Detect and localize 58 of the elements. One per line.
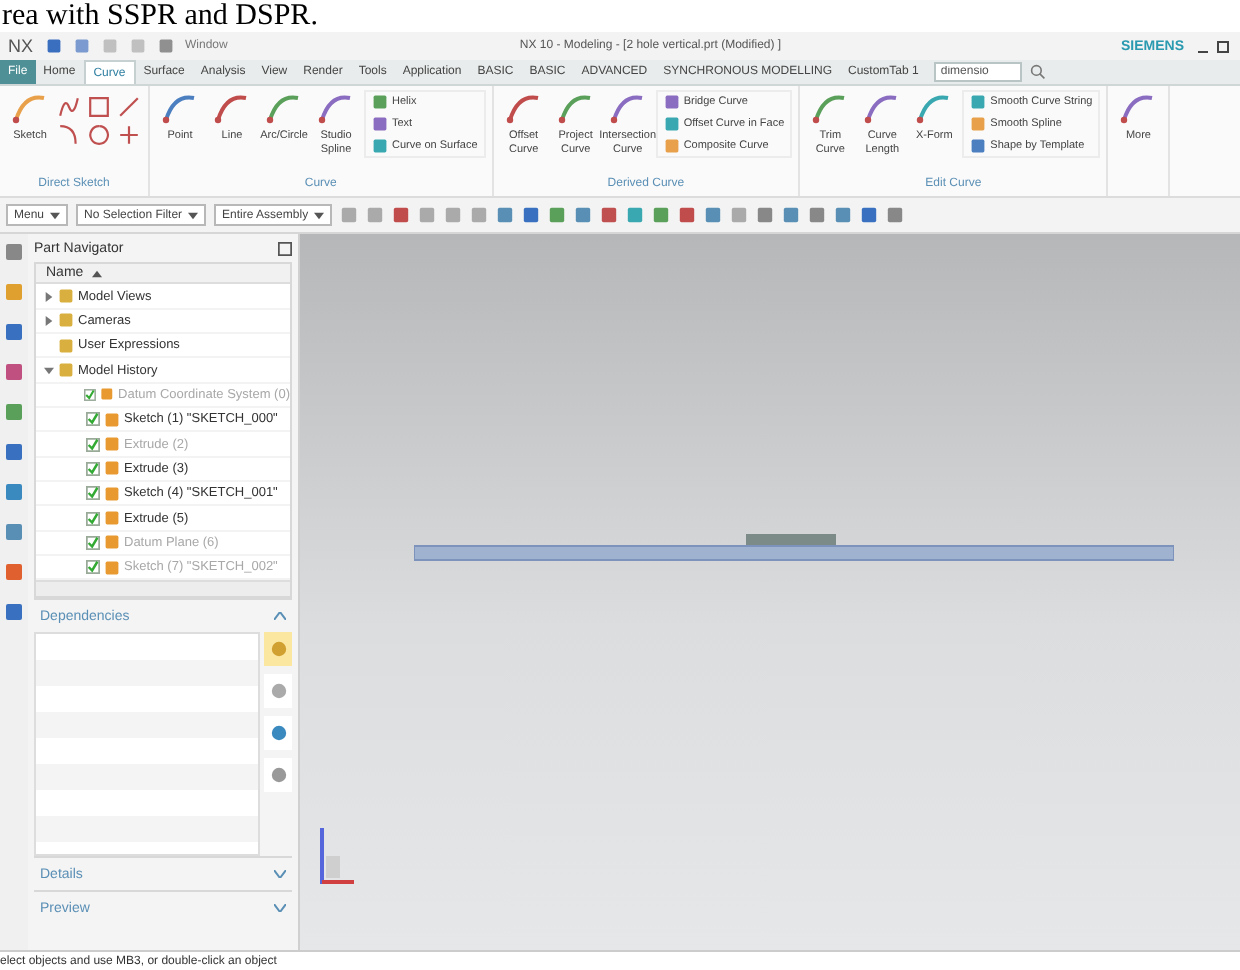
resource-bar-icon <box>4 282 24 302</box>
resource-bar-icon <box>4 402 24 422</box>
caret-icon <box>188 211 199 219</box>
scrollbar[interactable] <box>36 580 290 596</box>
sketch-tool-icon[interactable] <box>88 124 110 146</box>
checkbox[interactable] <box>86 461 100 476</box>
document-text: rea with SSPR and DSPR. <box>0 0 320 32</box>
panel-tool-button[interactable] <box>264 758 292 792</box>
resource-bar-icon <box>4 322 24 342</box>
caret-icon <box>314 211 325 219</box>
panel-tool-button[interactable] <box>264 674 292 708</box>
expand-icon[interactable] <box>44 291 54 302</box>
curve-icon <box>609 90 646 126</box>
curve-icon <box>812 90 849 126</box>
resource-bar-icon <box>4 242 24 262</box>
resource-bar-icon <box>4 362 24 382</box>
curve-icon <box>1120 90 1157 126</box>
window-controls-icon[interactable] <box>1196 38 1232 54</box>
curve-icon <box>505 90 542 126</box>
curve-icon <box>557 90 594 126</box>
sort-icon <box>91 269 102 278</box>
panel-tool-button[interactable] <box>264 632 292 666</box>
checkbox[interactable] <box>84 387 97 402</box>
tool-icon <box>269 640 287 658</box>
tool-icon <box>269 682 287 700</box>
app-logo: NX <box>8 36 34 56</box>
coordinate-triad-icon <box>316 824 360 888</box>
tool-icon <box>269 766 287 784</box>
curve-icon <box>214 90 250 126</box>
checkbox[interactable] <box>86 412 100 427</box>
checkbox[interactable] <box>86 560 100 575</box>
checkbox[interactable] <box>86 511 100 526</box>
curve-icon <box>864 90 901 126</box>
curve-icon <box>266 90 302 126</box>
checkbox[interactable] <box>86 486 100 501</box>
search-icon[interactable] <box>1030 64 1047 80</box>
resource-bar-icon <box>4 482 24 502</box>
curve-icon <box>12 90 48 126</box>
expand-icon[interactable] <box>44 365 54 376</box>
checkbox[interactable] <box>86 535 100 550</box>
curve-icon <box>318 90 354 126</box>
resource-bar-icon <box>4 562 24 582</box>
resource-bar-icon <box>4 522 24 542</box>
resource-bar-icon <box>4 442 24 462</box>
sketch-tool-icon[interactable] <box>58 96 80 118</box>
resource-bar-icon <box>4 602 24 622</box>
expand-icon[interactable] <box>44 315 54 326</box>
panel-tool-button[interactable] <box>264 716 292 750</box>
sketch-tool-icon[interactable] <box>58 124 80 146</box>
maximize-icon[interactable] <box>278 241 292 255</box>
caret-icon <box>50 211 61 219</box>
curve-icon <box>162 90 198 126</box>
sketch-tool-icon[interactable] <box>88 96 110 118</box>
sketch-tool-icon[interactable] <box>118 124 140 146</box>
checkbox[interactable] <box>86 437 100 452</box>
tool-icon <box>269 724 287 742</box>
curve-icon <box>916 90 953 126</box>
sketch-tool-icon[interactable] <box>118 96 140 118</box>
